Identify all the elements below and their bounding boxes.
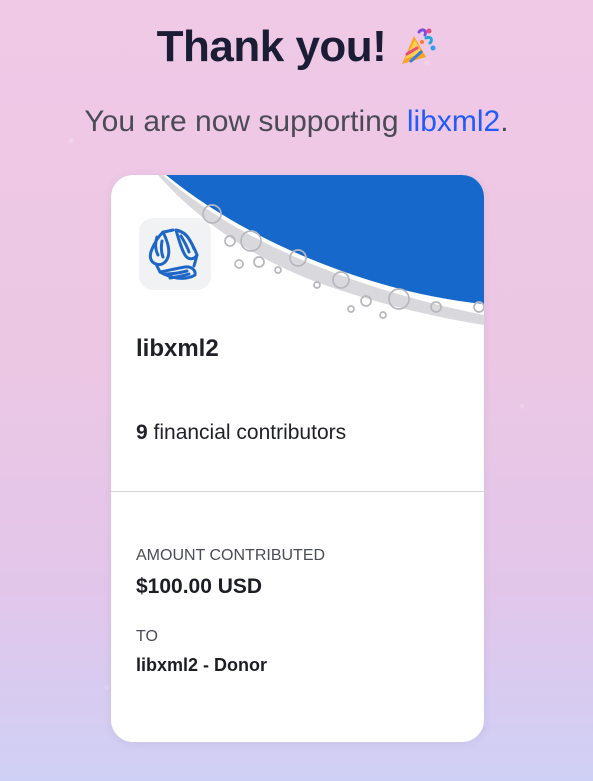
contribution-card: libxml2 9 financial contributors AMOUNT … [111, 175, 484, 742]
page-title-text: Thank you! [156, 22, 387, 71]
card-divider [111, 491, 484, 492]
libxml2-logo [139, 218, 211, 290]
collective-link[interactable]: libxml2 [407, 105, 500, 138]
supporting-message: You are now supporting libxml2. [0, 102, 593, 142]
supporting-message-suffix: . [500, 105, 509, 138]
contributors-count: 9 [136, 421, 148, 444]
page-title: Thank you! [157, 22, 437, 72]
contributors-label: financial contributors [147, 421, 347, 444]
collective-name: libxml2 [136, 335, 219, 362]
amount-contributed-value: $100.00 USD [136, 575, 263, 598]
amount-contributed-label: AMOUNT CONTRIBUTED [136, 547, 326, 564]
supporting-message-prefix: You are now supporting [84, 105, 407, 138]
libxml2-logo-icon [148, 228, 199, 280]
thank-you-header: Thank you! [0, 22, 593, 72]
financial-contributors: 9 financial contributors [136, 421, 346, 445]
recipient-label: TO [136, 628, 158, 645]
party-popper-icon [398, 26, 436, 68]
recipient-value: libxml2 - Donor [136, 655, 268, 675]
